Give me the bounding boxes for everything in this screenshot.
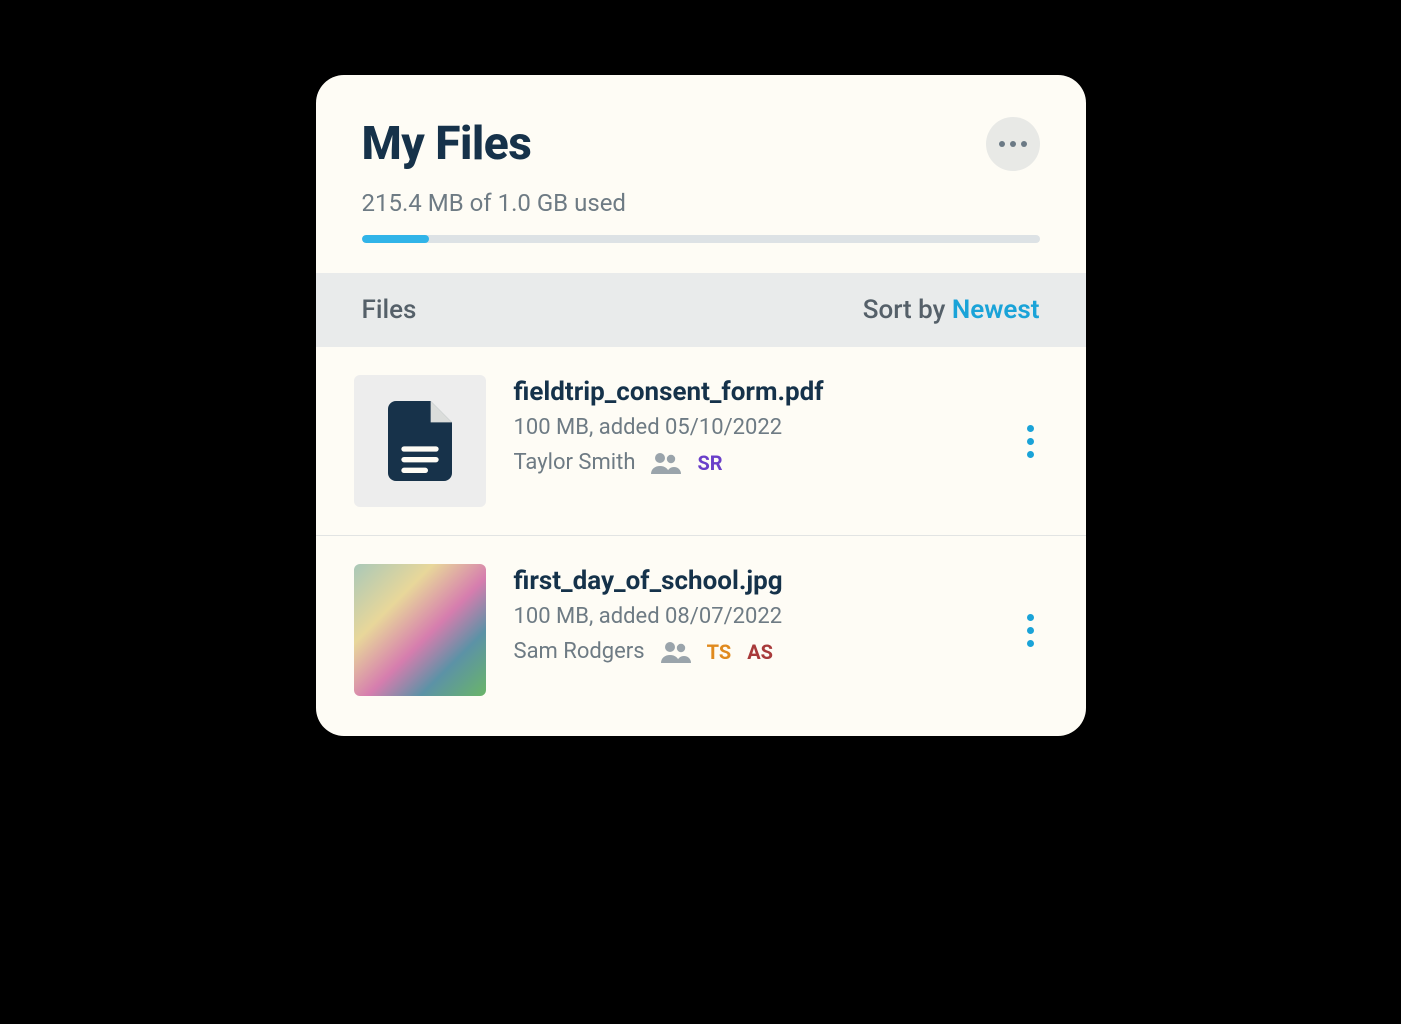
storage-usage-text: 215.4 MB of 1.0 GB used	[362, 189, 1040, 217]
file-list: fieldtrip_consent_form.pdf 100 MB, added …	[316, 347, 1086, 736]
file-name: fieldtrip_consent_form.pdf	[514, 377, 993, 407]
people-icon	[661, 641, 691, 663]
sort-by-label: Sort by	[863, 295, 952, 325]
card-header: My Files	[316, 75, 1086, 189]
dots-vertical-icon	[1027, 614, 1034, 621]
list-header-label: Files	[362, 295, 417, 325]
shared-user-initials: TS	[707, 640, 732, 664]
file-info: fieldtrip_consent_form.pdf 100 MB, added …	[514, 375, 993, 475]
file-meta: 100 MB, added 08/07/2022	[514, 604, 993, 629]
shared-user-initials: SR	[697, 451, 722, 475]
document-icon	[388, 401, 452, 481]
more-options-button[interactable]	[986, 117, 1040, 171]
file-row[interactable]: fieldtrip_consent_form.pdf 100 MB, added …	[316, 347, 1086, 536]
file-meta: 100 MB, added 05/10/2022	[514, 415, 993, 440]
sort-control: Sort by Newest	[863, 295, 1040, 325]
file-name: first_day_of_school.jpg	[514, 566, 993, 596]
file-actions-button[interactable]	[1021, 606, 1040, 655]
storage-progress-fill	[362, 235, 430, 243]
file-owner-line: Taylor Smith SR	[514, 450, 993, 475]
dots-vertical-icon	[1027, 425, 1034, 432]
file-actions-button[interactable]	[1021, 417, 1040, 466]
list-header: Files Sort by Newest	[316, 273, 1086, 347]
storage-section: 215.4 MB of 1.0 GB used	[316, 189, 1086, 273]
file-owner-line: Sam Rodgers TS AS	[514, 639, 993, 664]
file-row[interactable]: first_day_of_school.jpg 100 MB, added 08/…	[316, 536, 1086, 736]
file-thumbnail-image	[354, 564, 486, 696]
file-info: first_day_of_school.jpg 100 MB, added 08/…	[514, 564, 993, 664]
shared-with-icon	[661, 641, 691, 663]
shared-with-icon	[651, 452, 681, 474]
sort-dropdown[interactable]: Newest	[952, 295, 1040, 325]
my-files-card: My Files 215.4 MB of 1.0 GB used Files S…	[316, 75, 1086, 736]
page-title: My Files	[362, 117, 532, 171]
shared-user-initials: AS	[747, 640, 773, 664]
storage-progress-track	[362, 235, 1040, 243]
file-owner: Taylor Smith	[514, 450, 636, 475]
file-owner: Sam Rodgers	[514, 639, 645, 664]
dots-horizontal-icon	[999, 141, 1005, 147]
people-icon	[651, 452, 681, 474]
file-thumbnail-document	[354, 375, 486, 507]
